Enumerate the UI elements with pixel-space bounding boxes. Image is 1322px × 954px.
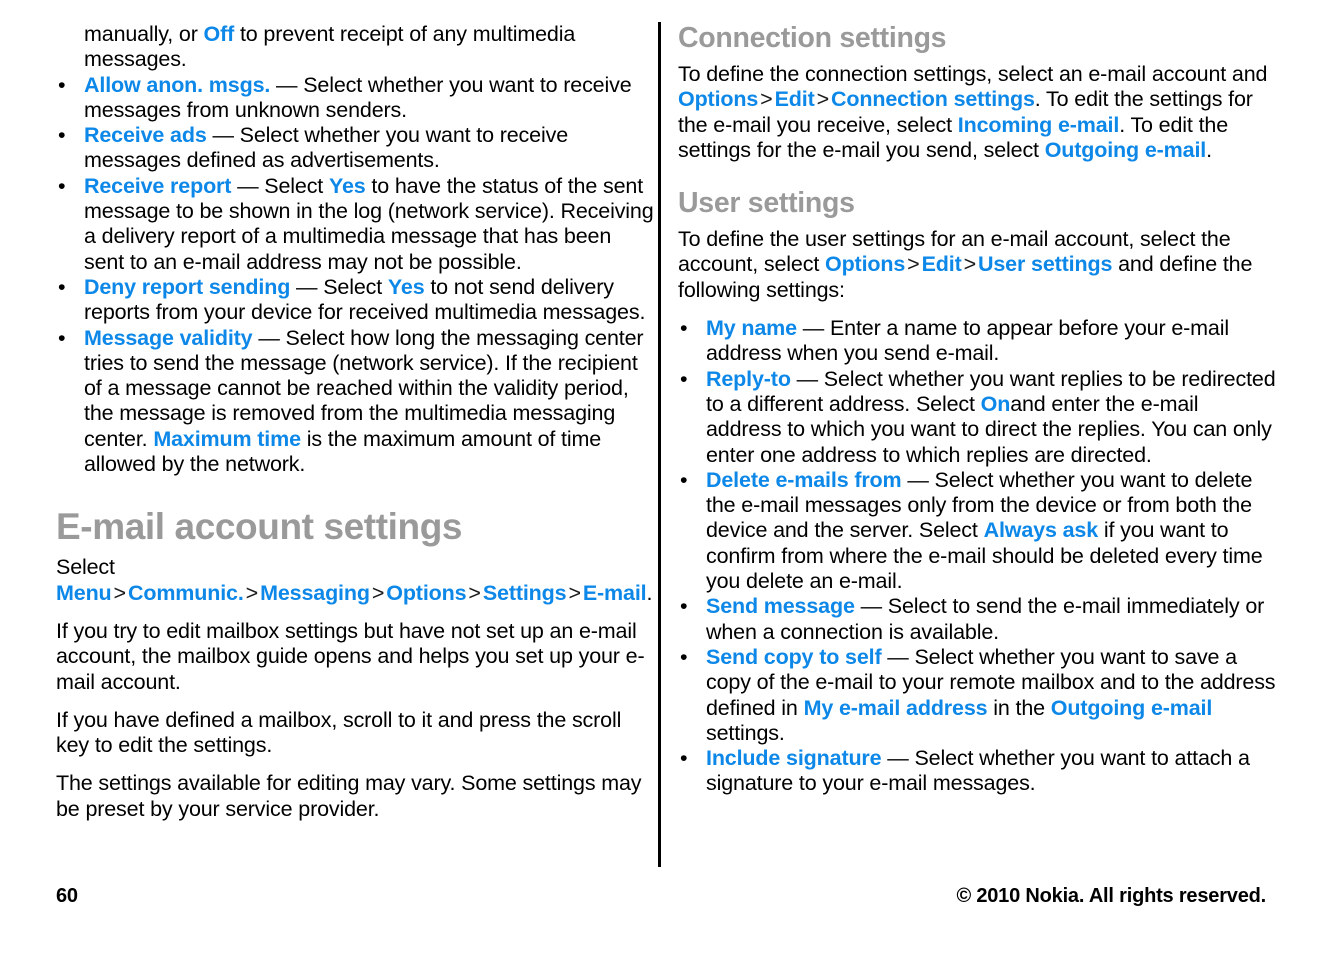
body-paragraph: If you try to edit mailbox settings but … <box>56 618 645 694</box>
list-item: • Send message — Select to send the e-mai… <box>678 594 1278 645</box>
menu-item-outgoing-email[interactable]: Outgoing e-mail <box>1051 696 1213 720</box>
setting-term-reply-to[interactable]: Reply-to <box>706 367 791 391</box>
setting-term-receive-report[interactable]: Receive report <box>84 174 231 198</box>
setting-term-send-copy-to-self[interactable]: Send copy to self <box>706 645 882 669</box>
menu-path-item-user-settings[interactable]: User settings <box>978 252 1112 276</box>
list-item: • My name — Enter a name to appear before… <box>678 316 1278 367</box>
left-column: manually, or Off to prevent receipt of a… <box>56 22 656 822</box>
setting-description-part-2: in the <box>987 695 1051 720</box>
bullet-icon: • <box>58 72 66 97</box>
menu-path-item-options[interactable]: Options <box>678 87 758 111</box>
field-my-email-address[interactable]: My e-mail address <box>804 696 988 720</box>
menu-path-separator: > <box>245 580 259 605</box>
section-heading-user-settings: User settings <box>678 187 855 220</box>
value-on[interactable]: On <box>981 392 1011 416</box>
menu-item-outgoing-email[interactable]: Outgoing e-mail <box>1045 138 1207 162</box>
menu-path-separator: > <box>568 580 581 605</box>
setting-term-receive-ads[interactable]: Receive ads <box>84 123 207 147</box>
connection-settings-paragraph: To define the connection settings, selec… <box>678 62 1278 163</box>
setting-description-part-1: — Select <box>290 274 388 299</box>
right-column: Connection settings To define the connec… <box>678 22 1278 797</box>
menu-path-separator: > <box>816 87 830 112</box>
menu-path-item-options[interactable]: Options <box>386 581 466 605</box>
menu-path-separator: > <box>963 252 977 277</box>
menu-path-line: Select Menu>Communic.>Messaging>Options>… <box>56 555 656 606</box>
menu-path-item-settings[interactable]: Settings <box>483 581 567 605</box>
value-yes[interactable]: Yes <box>329 174 366 198</box>
mms-settings-bullet-list: • Allow anon. msgs. — Select whether you … <box>56 73 656 478</box>
page-title: E-mail account settings <box>56 506 463 548</box>
list-item: • Reply-to — Select whether you want repl… <box>678 367 1278 468</box>
setting-term-message-validity[interactable]: Message validity <box>84 326 253 350</box>
list-item: • Receive report — Select Yes to have the… <box>56 174 656 275</box>
menu-path-separator: > <box>907 252 920 277</box>
continued-bullet-paragraph: manually, or Off to prevent receipt of a… <box>56 22 656 73</box>
list-item: • Message validity — Select how long the … <box>56 326 656 478</box>
page-footer: 60 © 2010 Nokia. All rights reserved. <box>0 885 1322 925</box>
body-paragraph: If you have defined a mailbox, scroll to… <box>56 707 622 758</box>
menu-path-item-options[interactable]: Options <box>825 252 905 276</box>
list-item: • Send copy to self — Select whether you … <box>678 645 1278 746</box>
two-column-body: manually, or Off to prevent receipt of a… <box>0 22 1322 867</box>
link-off[interactable]: Off <box>204 22 235 46</box>
bullet-icon: • <box>680 594 688 619</box>
value-always-ask[interactable]: Always ask <box>984 518 1099 542</box>
menu-path-item-email[interactable]: E-mail <box>583 581 647 605</box>
setting-term-deny-report-sending[interactable]: Deny report sending <box>84 275 290 299</box>
menu-path-item-menu[interactable]: Menu <box>56 581 112 605</box>
menu-path-separator: > <box>371 580 385 605</box>
menu-path-item-communic[interactable]: Communic. <box>128 581 244 605</box>
list-item: • Include signature — Select whether you … <box>678 746 1278 797</box>
setting-term-delete-emails-from[interactable]: Delete e-mails from <box>706 468 902 492</box>
bullet-icon: • <box>58 173 66 198</box>
bullet-icon: • <box>58 325 66 350</box>
manual-page: manually, or Off to prevent receipt of a… <box>0 0 1322 954</box>
page-number: 60 <box>56 885 78 907</box>
continued-text-before: manually, or <box>84 22 204 46</box>
bullet-icon: • <box>58 123 66 148</box>
list-item: • Allow anon. msgs. — Select whether you … <box>56 73 656 124</box>
menu-path-item-connection-settings[interactable]: Connection settings <box>831 87 1035 111</box>
value-maximum-time[interactable]: Maximum time <box>153 427 301 451</box>
setting-description-part-3: settings. <box>706 720 785 745</box>
menu-path-intro: Select <box>56 555 115 580</box>
bullet-icon: • <box>680 467 688 492</box>
bullet-icon: • <box>680 644 688 669</box>
menu-path-separator: > <box>113 580 127 605</box>
bullet-icon: • <box>680 366 688 391</box>
menu-path-item-edit[interactable]: Edit <box>922 252 962 276</box>
menu-path-item-messaging[interactable]: Messaging <box>260 581 370 605</box>
text-part-4: . <box>1206 137 1212 162</box>
body-paragraph: The settings available for editing may v… <box>56 771 642 821</box>
setting-term-send-message[interactable]: Send message <box>706 594 855 618</box>
user-settings-paragraph: To define the user settings for an e-mai… <box>678 227 1278 303</box>
setting-term-allow-anon-msgs[interactable]: Allow anon. msgs. <box>84 73 270 97</box>
list-item: • Receive ads — Select whether you want t… <box>56 123 656 174</box>
user-settings-bullet-list: • My name — Enter a name to appear before… <box>678 316 1278 797</box>
bullet-icon: • <box>680 746 688 771</box>
setting-term-include-signature[interactable]: Include signature <box>706 746 882 770</box>
bullet-icon: • <box>58 274 66 299</box>
copyright-notice: © 2010 Nokia. All rights reserved. <box>956 885 1266 907</box>
setting-description-part-1: — Select <box>231 173 329 198</box>
bullet-icon: • <box>680 316 688 341</box>
menu-item-incoming-email[interactable]: Incoming e-mail <box>958 113 1120 137</box>
setting-term-my-name[interactable]: My name <box>706 316 797 340</box>
text-part-1: To define the connection settings, selec… <box>678 62 1268 86</box>
menu-path-separator: > <box>468 580 481 605</box>
list-item: • Delete e-mails from — Select whether yo… <box>678 468 1278 594</box>
menu-path-separator: > <box>760 87 773 112</box>
value-yes[interactable]: Yes <box>388 275 425 299</box>
menu-path-end: . <box>646 580 653 605</box>
menu-path-item-edit[interactable]: Edit <box>775 87 815 111</box>
section-heading-connection-settings: Connection settings <box>678 22 947 54</box>
list-item: • Deny report sending — Select Yes to not… <box>56 275 656 326</box>
